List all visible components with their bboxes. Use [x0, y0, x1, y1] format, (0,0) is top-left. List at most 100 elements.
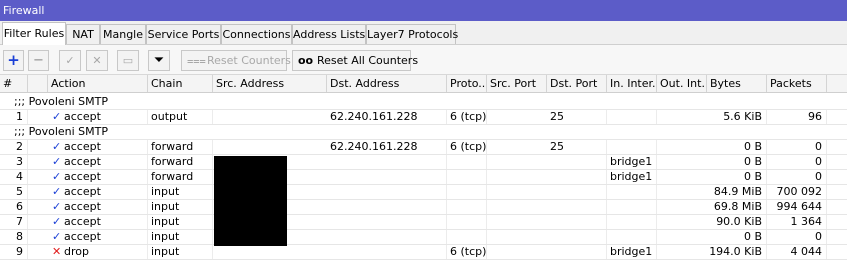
cell-in-interface: bridge1 [607, 170, 657, 184]
add-button[interactable]: + [3, 50, 24, 71]
cell-chain: forward [148, 140, 213, 154]
action-label: accept [64, 185, 101, 198]
cell-chain: input [148, 185, 213, 199]
tab-mangle[interactable]: Mangle [100, 24, 146, 44]
col-dst-address[interactable]: Dst. Address [327, 75, 447, 92]
check-icon: ✓ [52, 170, 62, 183]
col-number[interactable]: # [0, 75, 28, 92]
table-row[interactable]: 1 ✓ accept output 62.240.161.228 6 (tcp) 25 5.6… [0, 110, 847, 125]
comment-button[interactable]: ▭ [117, 50, 139, 71]
cell-in-interface [607, 140, 657, 154]
cell-chain: output [148, 110, 213, 124]
disable-button[interactable]: ✕ [86, 50, 108, 71]
check-icon: ✓ [52, 140, 62, 153]
cell-protocol [447, 200, 487, 214]
cell-packets: 4 044 [767, 245, 827, 259]
cell-dst-port [547, 170, 607, 184]
cell-dst-address [327, 170, 447, 184]
tab-nat[interactable]: NAT [66, 24, 100, 44]
tab-address-lists[interactable]: Address Lists [292, 24, 366, 44]
reset-all-counters-label: Reset All Counters [317, 54, 419, 67]
col-bytes[interactable]: Bytes [707, 75, 767, 92]
cell-packets: 0 [767, 170, 827, 184]
tab-connections[interactable]: Connections [221, 24, 292, 44]
cell-action: ✓ accept [48, 200, 148, 214]
cell-number: 1 [0, 110, 28, 124]
table-row[interactable]: 5 ✓ accept input 84.9 MiB 700 092 [0, 185, 847, 200]
comment-row[interactable]: ;;; Povoleni SMTP [0, 125, 847, 140]
table-row[interactable]: 4 ✓ accept forward bridge1 0 B0 [0, 170, 847, 185]
cell-number: 9 [0, 245, 28, 259]
cell-in-interface [607, 110, 657, 124]
check-icon: ✓ [52, 215, 62, 228]
tab-service-ports[interactable]: Service Ports [146, 24, 221, 44]
cell-packets: 0 [767, 230, 827, 244]
x-icon: ✕ [92, 54, 102, 67]
cell-bytes: 194.0 KiB [707, 245, 767, 259]
reset-counters-button[interactable]: ⩶ Reset Counters [181, 50, 291, 71]
table-row[interactable]: 7 ✓ accept input 90.0 KiB 1 364 [0, 215, 847, 230]
cell-packets: 96 [767, 110, 827, 124]
col-protocol[interactable]: Proto... [447, 75, 487, 92]
plus-icon: + [7, 51, 20, 69]
cell-dst-port: 25 [547, 110, 607, 124]
tab-filter-rules[interactable]: Filter Rules [2, 22, 66, 45]
check-icon: ✓ [52, 155, 62, 168]
cell-in-interface [607, 230, 657, 244]
table-row[interactable]: 8 ✓ accept input 0 B0 [0, 230, 847, 245]
tab-layer7-protocols[interactable]: Layer7 Protocols [366, 24, 458, 44]
action-label: accept [64, 200, 101, 213]
cell-dst-port [547, 230, 607, 244]
cell-dst-address [327, 200, 447, 214]
table-row[interactable]: 2 ✓ accept forward 62.240.161.228 6 (tcp) 25 0 … [0, 140, 847, 155]
reset-all-counters-button[interactable]: oo Reset All Counters [292, 50, 418, 71]
cell-protocol [447, 230, 487, 244]
cell-chain: forward [148, 155, 213, 169]
cell-number: 2 [0, 140, 28, 154]
cell-dst-port [547, 155, 607, 169]
check-icon: ✓ [52, 230, 62, 243]
filter-icon: ⏷ [153, 53, 165, 68]
toolbar: + − ✓ ✕ ▭ ⏷ ⩶ Reset Counters oo Reset Al… [0, 45, 847, 75]
enable-button[interactable]: ✓ [59, 50, 81, 71]
cell-protocol: 6 (tcp) [447, 245, 487, 259]
cell-dst-address [327, 185, 447, 199]
col-flags[interactable] [28, 75, 48, 92]
cell-in-interface [607, 200, 657, 214]
cell-dst-address: 62.240.161.228 [327, 140, 447, 154]
cell-dst-address: 62.240.161.228 [327, 110, 447, 124]
col-chain[interactable]: Chain [148, 75, 213, 92]
action-label: accept [64, 215, 101, 228]
check-icon: ✓ [52, 185, 62, 198]
cell-dst-address [327, 245, 447, 259]
col-in-interface[interactable]: In. Inter... [607, 75, 657, 92]
col-dst-port[interactable]: Dst. Port [547, 75, 607, 92]
check-icon: ✓ [65, 54, 75, 67]
filter-button[interactable]: ⏷ [148, 50, 170, 71]
table-row[interactable]: 6 ✓ accept input 69.8 MiB 994 644 [0, 200, 847, 215]
cell-number: 7 [0, 215, 28, 229]
col-src-address[interactable]: Src. Address [213, 75, 327, 92]
table-row[interactable]: 3 ✓ accept forward bridge1 0 B0 [0, 155, 847, 170]
cell-action: ✓ accept [48, 230, 148, 244]
cell-number: 5 [0, 185, 28, 199]
table-row[interactable]: 9 ✕ drop input 6 (tcp) bridge1 194.0 KiB 4 044 [0, 245, 847, 260]
x-icon: ✕ [52, 245, 62, 258]
cell-protocol [447, 185, 487, 199]
cell-packets: 700 092 [767, 185, 827, 199]
comment-row[interactable]: ;;; Povoleni SMTP [0, 95, 847, 110]
cell-bytes: 0 B [707, 230, 767, 244]
remove-button[interactable]: − [28, 50, 49, 71]
cell-bytes: 5.6 KiB [707, 110, 767, 124]
col-packets[interactable]: Packets [767, 75, 827, 92]
col-out-interface[interactable]: Out. Int... [657, 75, 707, 92]
col-src-port[interactable]: Src. Port [487, 75, 547, 92]
cell-dst-port [547, 185, 607, 199]
cell-number: 4 [0, 170, 28, 184]
cell-in-interface: bridge1 [607, 245, 657, 259]
cell-number: 3 [0, 155, 28, 169]
action-label: drop [64, 245, 89, 258]
cell-chain: input [148, 230, 213, 244]
cell-number: 6 [0, 200, 28, 214]
col-action[interactable]: Action [48, 75, 148, 92]
